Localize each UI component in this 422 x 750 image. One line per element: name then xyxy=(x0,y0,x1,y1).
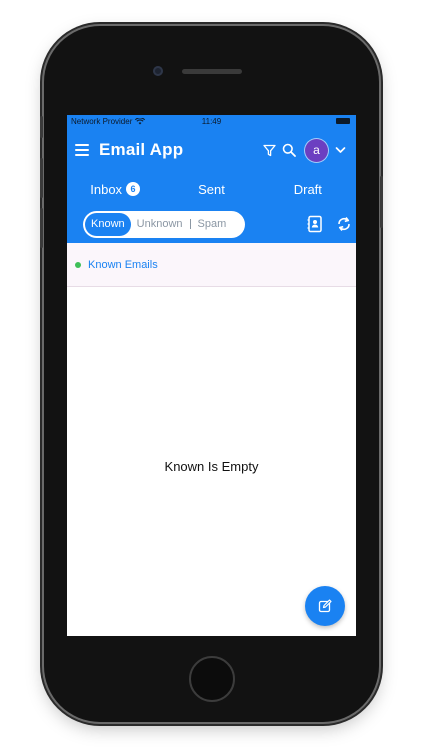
segment-spam[interactable]: Spam xyxy=(192,213,233,236)
tab-draft[interactable]: Draft xyxy=(260,182,356,197)
contacts-icon[interactable] xyxy=(306,215,324,238)
list-header-label: Known Emails xyxy=(88,258,158,271)
mute-switch xyxy=(40,116,43,138)
empty-state-text: Known Is Empty xyxy=(164,459,259,474)
segment-divider xyxy=(189,219,191,229)
status-bar: Network Provider 11:49 xyxy=(67,115,356,127)
tab-sent-label: Sent xyxy=(198,181,225,197)
front-camera xyxy=(153,66,163,76)
tab-inbox[interactable]: Inbox 6 xyxy=(67,182,163,197)
app-bar: Email App a xyxy=(67,127,356,173)
home-button[interactable] xyxy=(189,656,235,702)
volume-down-button xyxy=(40,208,43,248)
compose-icon xyxy=(318,599,332,613)
tab-inbox-label: Inbox xyxy=(90,181,123,197)
segment-unknown[interactable]: Unknown xyxy=(131,213,189,236)
menu-icon[interactable] xyxy=(75,144,89,156)
app-screen: Network Provider 11:49 Email App a Inbox… xyxy=(67,115,356,636)
earpiece-speaker xyxy=(182,69,242,74)
inbox-count-badge: 6 xyxy=(126,182,141,196)
battery-icon xyxy=(336,118,350,124)
list-header: Known Emails xyxy=(67,243,356,287)
filter-icon[interactable] xyxy=(261,142,277,158)
tab-draft-label: Draft xyxy=(293,181,322,197)
compose-button[interactable] xyxy=(305,586,345,626)
power-button xyxy=(380,176,383,228)
search-icon[interactable] xyxy=(281,142,297,158)
volume-up-button xyxy=(40,158,43,198)
mail-tabs: Inbox 6 Sent Draft xyxy=(67,173,356,205)
refresh-icon[interactable] xyxy=(336,215,352,238)
tab-sent[interactable]: Sent xyxy=(163,182,259,197)
avatar[interactable]: a xyxy=(305,138,328,162)
category-segmented-control: Known Unknown Spam xyxy=(83,210,245,238)
status-time: 11:49 xyxy=(201,116,222,126)
filter-bar: Known Unknown Spam xyxy=(67,205,356,243)
segment-known[interactable]: Known xyxy=(85,212,131,236)
status-dot xyxy=(75,261,81,268)
app-title: Email App xyxy=(99,140,184,159)
chevron-down-icon[interactable] xyxy=(332,142,348,158)
